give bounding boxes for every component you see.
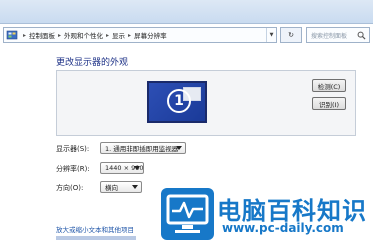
breadcrumb-screen-resolution[interactable]: 屏幕分辨率 [134, 30, 167, 40]
refresh-icon: ↻ [288, 31, 294, 39]
chevron-down-icon [132, 185, 138, 189]
detect-button[interactable]: 检测(C) [312, 79, 346, 92]
text-size-link[interactable]: 放大或缩小文本和其他项目 [56, 224, 134, 234]
orientation-value: 横向 [105, 184, 118, 192]
window-title-strip [0, 0, 373, 24]
watermark-url: www.pc-daily.com [222, 221, 344, 235]
address-bar[interactable]: ▸ 控制面板 ▸ 外观和个性化 ▸ 显示 ▸ 屏幕分辨率 ▼ [3, 27, 277, 43]
breadcrumb-separator-icon: ▸ [23, 31, 27, 39]
chevron-down-icon [176, 146, 182, 150]
resolution-label: 分辨率(R): [56, 165, 90, 173]
search-input[interactable]: 搜索控制面板 [306, 27, 370, 43]
display-preview-panel: 1 检测(C) 识别(I) [56, 70, 356, 136]
watermark: 电脑百科知识 www.pc-daily.com [160, 187, 373, 241]
display-label: 显示器(S): [56, 145, 90, 153]
identify-button[interactable]: 识别(I) [312, 97, 346, 110]
refresh-button[interactable]: ↻ [280, 27, 302, 43]
breadcrumb-separator-icon: ▸ [58, 31, 62, 39]
search-icon[interactable] [357, 31, 366, 40]
display-select[interactable]: 1. 通用非即插即用监视器 [100, 142, 186, 154]
computer-monitor-logo-icon [161, 188, 214, 240]
breadcrumb-separator-icon: ▸ [128, 31, 132, 39]
display-value: 1. 通用非即插即用监视器 [105, 145, 179, 153]
orientation-select[interactable]: 横向 [100, 181, 142, 193]
page-title: 更改显示器的外观 [56, 58, 129, 68]
chevron-down-icon [134, 166, 140, 170]
monitor-1-icon[interactable]: 1 [147, 81, 207, 123]
breadcrumb-separator-icon: ▸ [106, 31, 110, 39]
address-dropdown-icon[interactable]: ▼ [266, 28, 276, 42]
breadcrumb-control-panel[interactable]: 控制面板 [29, 30, 55, 40]
search-placeholder: 搜索控制面板 [311, 32, 348, 40]
breadcrumb-appearance[interactable]: 外观和个性化 [64, 30, 103, 40]
monitor-number: 1 [167, 89, 191, 113]
breadcrumb-display[interactable]: 显示 [112, 30, 125, 40]
control-panel-icon [6, 30, 18, 40]
resolution-select[interactable]: 1440 × 900 [100, 162, 144, 174]
partial-link[interactable] [56, 236, 136, 240]
orientation-label: 方向(O): [56, 184, 84, 192]
